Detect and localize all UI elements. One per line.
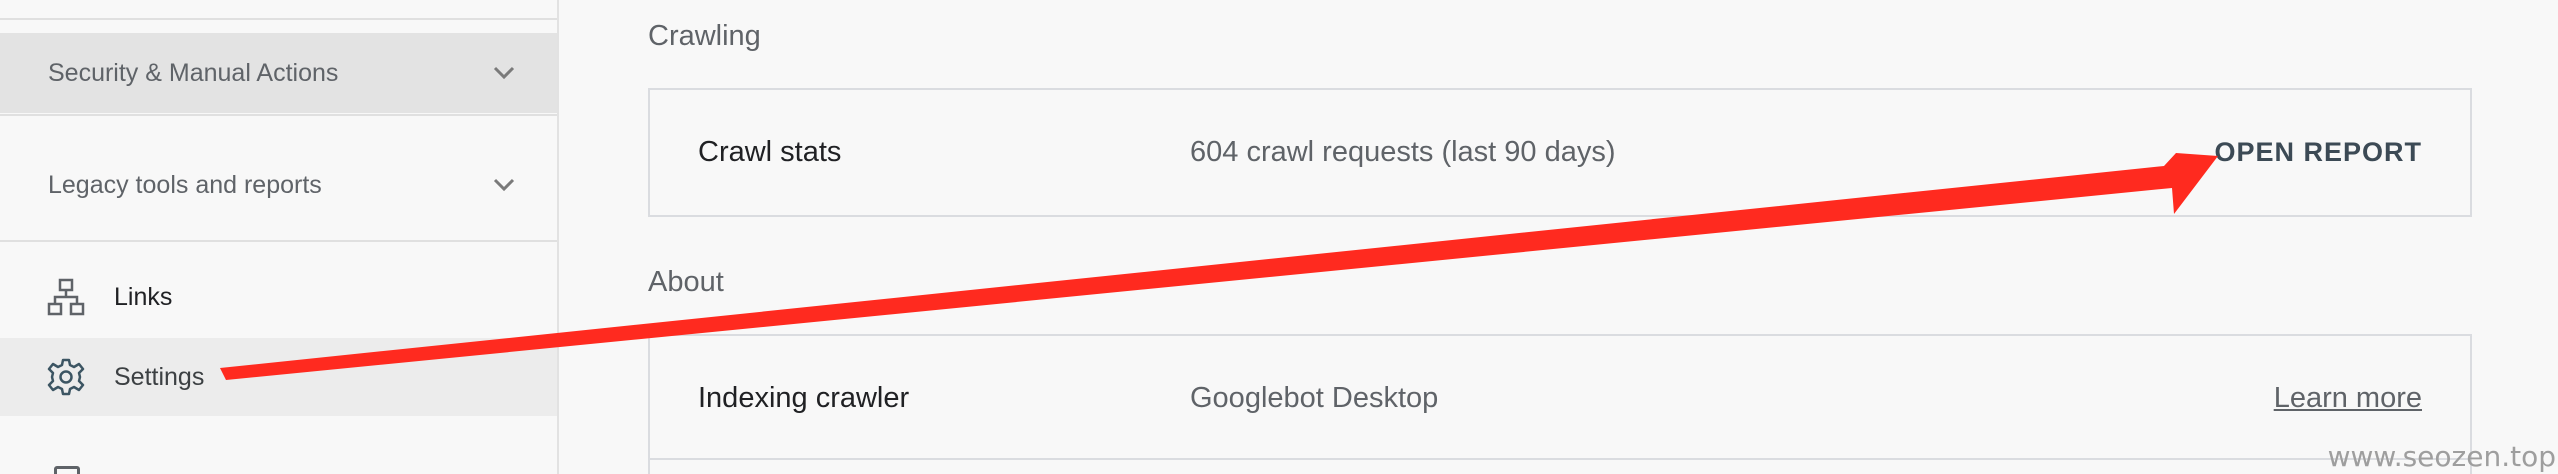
partial-icon — [54, 466, 80, 474]
learn-more-link[interactable]: Learn more — [2274, 382, 2422, 415]
sidebar-item-label: Settings — [114, 362, 205, 391]
sidebar-section-label: Legacy tools and reports — [48, 170, 322, 199]
row-value: 604 crawl requests (last 90 days) — [1190, 135, 1616, 168]
app-root: Security & Manual Actions Legacy tools a… — [0, 0, 2558, 474]
open-report-button[interactable]: OPEN REPORT — [2214, 137, 2422, 168]
sidebar-item-links[interactable]: Links — [0, 258, 557, 336]
watermark: www.seozen.top — [2327, 440, 2556, 473]
sidebar-section-legacy[interactable]: Legacy tools and reports — [0, 145, 557, 225]
sidebar-divider — [0, 114, 557, 116]
row-name: Crawl stats — [698, 135, 842, 168]
about-card: Indexing crawler Googlebot Desktop Learn… — [648, 334, 2472, 474]
section-title-about: About — [648, 266, 724, 298]
links-icon — [46, 277, 86, 317]
sidebar-section-security[interactable]: Security & Manual Actions — [0, 33, 557, 113]
indexing-crawler-row: Indexing crawler Googlebot Desktop Learn… — [650, 336, 2470, 460]
row-value: Googlebot Desktop — [1190, 381, 1439, 414]
row-divider — [650, 458, 2470, 460]
sidebar-divider — [0, 240, 557, 242]
sidebar-section-label: Security & Manual Actions — [48, 58, 339, 87]
chevron-down-icon — [489, 170, 519, 200]
section-title-crawling: Crawling — [648, 20, 761, 52]
crawl-stats-row: Crawl stats 604 crawl requests (last 90 … — [650, 90, 2470, 214]
sidebar-item-settings[interactable]: Settings — [0, 338, 557, 416]
gear-icon — [46, 357, 86, 397]
sidebar-divider — [0, 18, 557, 20]
sidebar: Security & Manual Actions Legacy tools a… — [0, 0, 559, 474]
chevron-down-icon — [489, 58, 519, 88]
sidebar-item-label: Links — [114, 282, 173, 311]
settings-main: Crawling Crawl stats 604 crawl requests … — [559, 0, 2558, 474]
crawling-card: Crawl stats 604 crawl requests (last 90 … — [648, 88, 2472, 217]
row-name: Indexing crawler — [698, 381, 910, 414]
